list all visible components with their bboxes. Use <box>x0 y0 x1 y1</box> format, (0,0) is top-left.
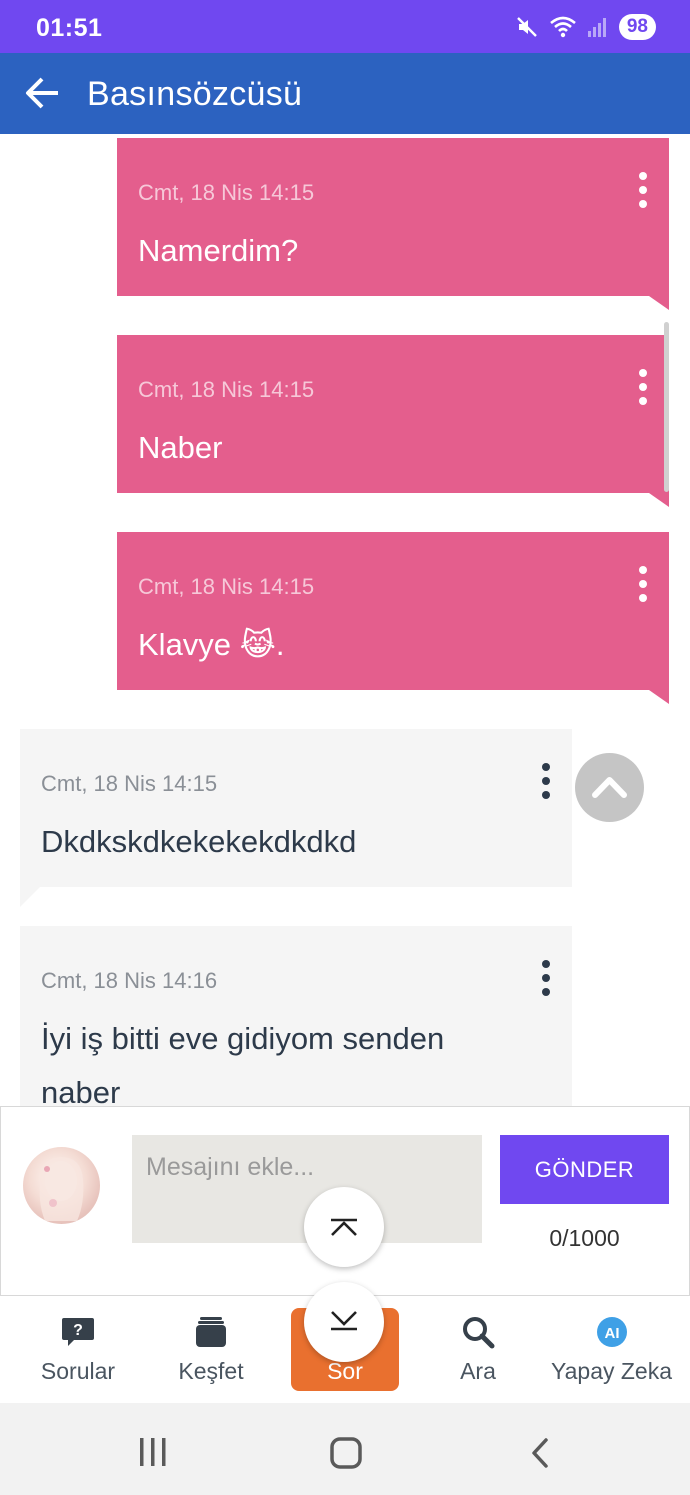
avatar-image <box>39 1157 84 1221</box>
battery-indicator: 98 <box>618 14 656 40</box>
back-arrow-icon[interactable] <box>24 73 62 113</box>
status-time: 01:51 <box>36 14 103 42</box>
back-icon[interactable] <box>528 1437 552 1469</box>
nav-item-sorular[interactable]: ? Sorular <box>12 1296 144 1403</box>
message-time: Cmt, 18 Nis 14:15 <box>138 377 315 402</box>
message-time: Cmt, 18 Nis 14:15 <box>138 180 315 205</box>
ai-icon: AI <box>596 1317 627 1347</box>
message-text: Namerdim? <box>138 233 299 268</box>
scrollbar[interactable] <box>664 322 669 492</box>
message-text: Dkdkskdkekekekdkdkd <box>41 824 357 859</box>
more-options-icon[interactable] <box>538 763 554 799</box>
nav-label: Yapay Zeka <box>550 1358 673 1384</box>
more-options-icon[interactable] <box>538 960 554 996</box>
signal-icon <box>587 18 606 37</box>
message-bubble-sent: Cmt, 18 Nis 14:15 Naber <box>117 335 669 493</box>
more-options-icon[interactable] <box>635 369 651 405</box>
message-text: İyi iş bitti eve gidiyom senden naber <box>41 1021 445 1110</box>
chevron-down-bar-icon <box>331 1311 357 1331</box>
chevron-up-icon <box>592 777 627 798</box>
nav-item-yapay-zeka[interactable]: AI Yapay Zeka <box>545 1296 678 1403</box>
nav-item-ara[interactable]: Ara <box>412 1296 544 1403</box>
message-text: Klavye 😹. <box>138 627 285 662</box>
message-text: Naber <box>138 430 223 465</box>
nav-label: Keşfet <box>178 1358 244 1384</box>
nav-label: Sor <box>327 1358 363 1384</box>
scroll-bottom-button[interactable] <box>304 1282 384 1362</box>
chat-screen: 01:51 98 Basınsözcüsü Cmt, 18 Nis 14:15 … <box>0 0 690 1495</box>
message-time: Cmt, 18 Nis 14:15 <box>41 771 218 796</box>
app-bar: Basınsözcüsü <box>0 53 690 134</box>
status-bar: 01:51 98 <box>0 0 690 53</box>
bubble-tail <box>649 296 669 310</box>
wifi-icon <box>550 16 576 38</box>
nav-label: Sorular <box>40 1358 116 1384</box>
svg-text:AI: AI <box>604 1325 619 1342</box>
home-icon[interactable] <box>329 1436 363 1470</box>
chevron-up-bar-icon <box>331 1218 357 1236</box>
question-bubble-icon: ? <box>62 1318 94 1346</box>
nav-label: Ara <box>460 1358 496 1384</box>
character-counter: 0/1000 <box>549 1225 620 1251</box>
bubble-tail <box>649 493 669 507</box>
bubble-tail <box>20 887 40 907</box>
message-time: Cmt, 18 Nis 14:15 <box>138 574 315 599</box>
svg-text:?: ? <box>73 1322 83 1339</box>
more-options-icon[interactable] <box>635 172 651 208</box>
page-title: Basınsözcüsü <box>87 75 303 113</box>
system-navigation-bar <box>0 1403 690 1495</box>
scroll-top-button[interactable] <box>304 1187 384 1267</box>
message-bubble-received: Cmt, 18 Nis 14:16 İyi iş bitti eve gidiy… <box>20 926 572 1110</box>
mute-icon <box>517 17 537 37</box>
bubble-tail <box>649 690 669 704</box>
more-options-icon[interactable] <box>635 566 651 602</box>
nav-item-kesfet[interactable]: Keşfet <box>145 1296 277 1403</box>
avatar <box>23 1147 100 1224</box>
search-icon <box>463 1317 495 1349</box>
send-button[interactable]: GÖNDER <box>500 1135 669 1204</box>
message-bubble-sent: Cmt, 18 Nis 14:15 Klavye 😹. <box>117 532 669 690</box>
message-bubble-received: Cmt, 18 Nis 14:15 Dkdkskdkekekekdkdkd <box>20 729 572 887</box>
stack-icon <box>196 1317 226 1347</box>
status-icons: 98 <box>515 14 656 40</box>
scroll-to-top-button[interactable] <box>575 753 644 822</box>
message-bubble-sent: Cmt, 18 Nis 14:15 Namerdim? <box>117 138 669 296</box>
message-time: Cmt, 18 Nis 14:16 <box>41 968 218 993</box>
recent-apps-icon[interactable] <box>136 1437 170 1467</box>
